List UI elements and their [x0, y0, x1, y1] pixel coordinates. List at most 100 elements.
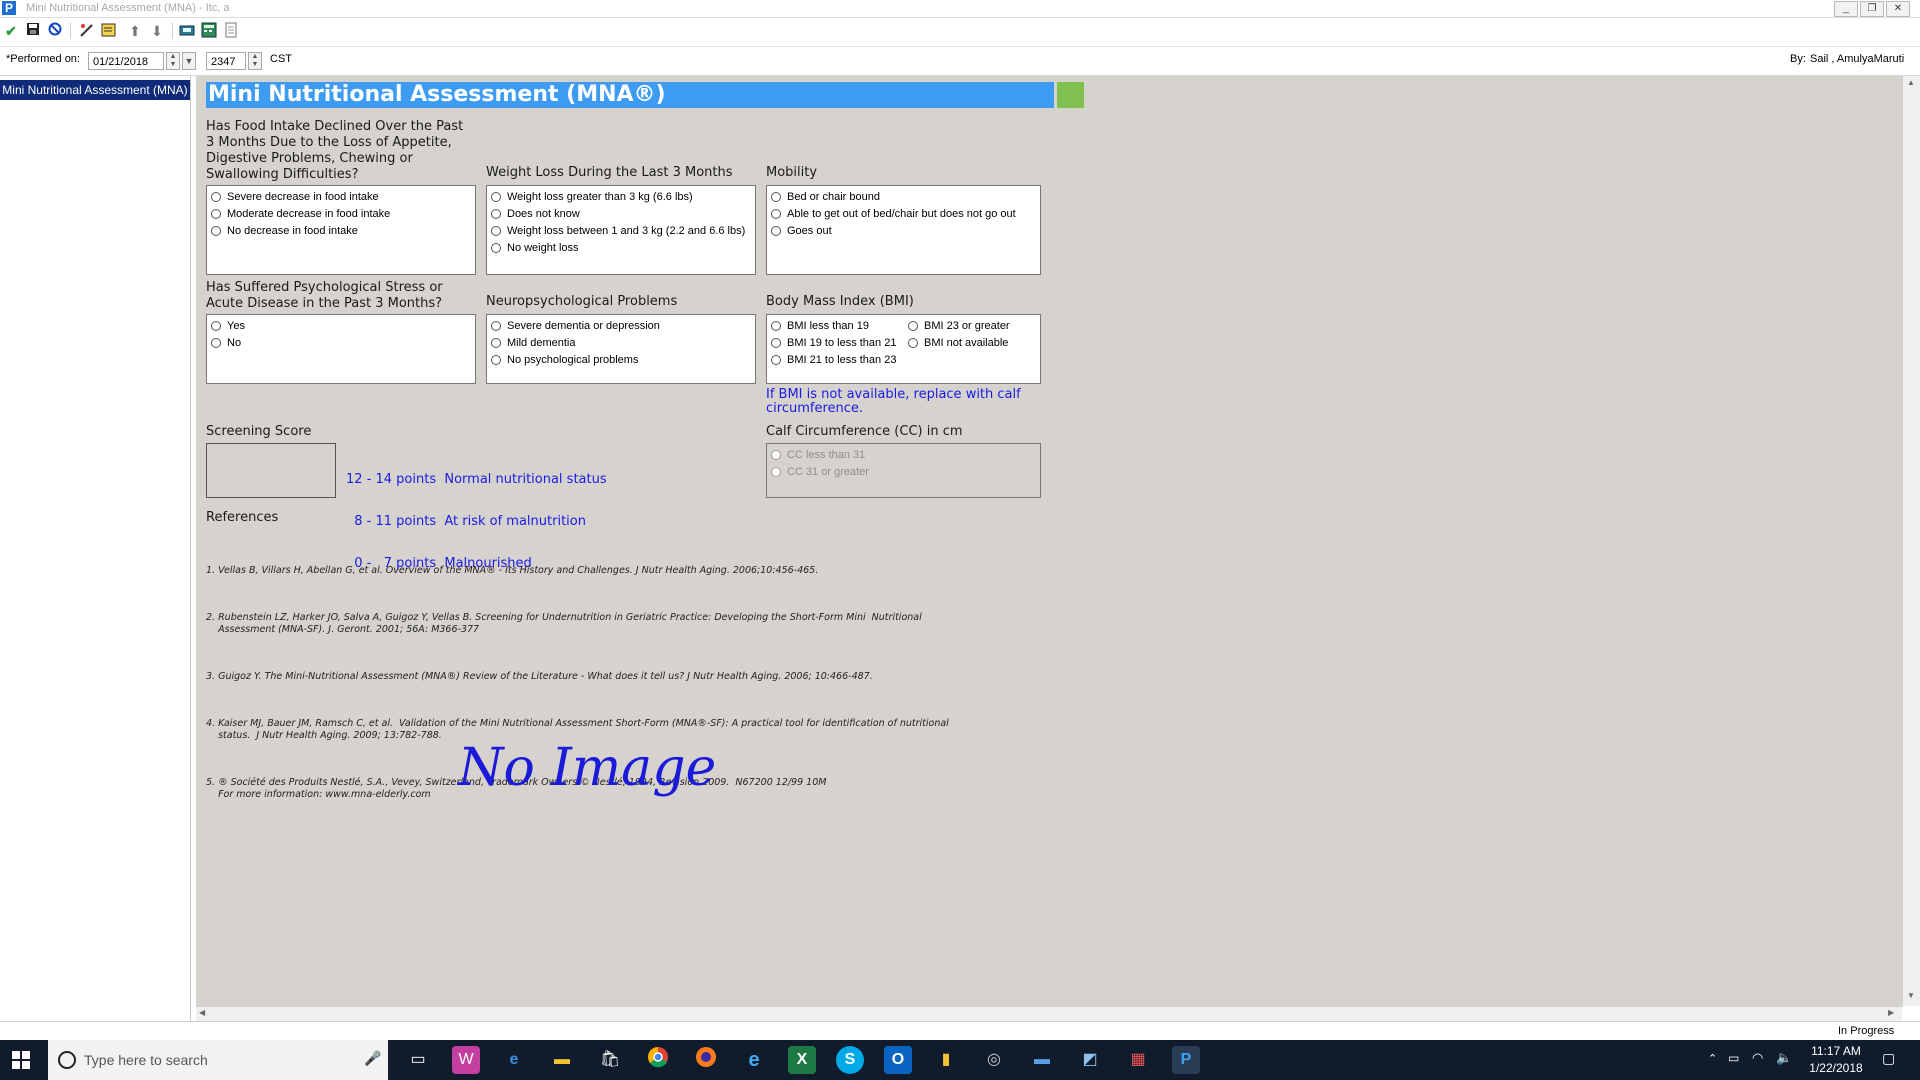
performed-date-field[interactable]: 01/21/2018: [88, 52, 164, 70]
stress-options: Yes No: [206, 314, 476, 384]
scroll-left-icon[interactable]: ◀: [199, 1008, 205, 1017]
scroll-down-icon[interactable]: ▼: [1907, 991, 1915, 1000]
time-spinner[interactable]: ▲ ▼: [248, 52, 262, 70]
store-icon[interactable]: 🛍: [596, 1046, 624, 1074]
radio-button[interactable]: [211, 209, 221, 219]
checkmark-icon[interactable]: ✔: [2, 22, 20, 40]
performed-time-field[interactable]: 2347: [206, 52, 246, 70]
cancel-icon[interactable]: [46, 22, 64, 40]
radio-button[interactable]: [491, 226, 501, 236]
bmi-option[interactable]: BMI 19 to less than 21: [771, 335, 896, 352]
taskbar-search[interactable]: Type here to search 🎤: [48, 1040, 388, 1080]
app-icon-3[interactable]: ▬: [1028, 1046, 1056, 1074]
volume-icon[interactable]: 🔈: [1776, 1050, 1792, 1066]
weight-loss-option[interactable]: No weight loss: [491, 240, 579, 257]
edge-icon[interactable]: e: [500, 1046, 528, 1074]
calculator-icon[interactable]: [200, 22, 218, 40]
wifi-icon[interactable]: ◠: [1752, 1050, 1763, 1066]
skype-icon[interactable]: S: [836, 1046, 864, 1074]
app-icon-4[interactable]: ◩: [1076, 1046, 1104, 1074]
radio-button[interactable]: [211, 192, 221, 202]
restore-button[interactable]: ❐: [1860, 1, 1884, 17]
weight-loss-option[interactable]: Weight loss greater than 3 kg (6.6 lbs): [491, 189, 693, 206]
radio-button[interactable]: [771, 355, 781, 365]
minimize-button[interactable]: _: [1834, 1, 1858, 17]
calf-option[interactable]: CC less than 31: [771, 447, 865, 464]
clock[interactable]: 11:17 AM 1/22/2018: [1806, 1044, 1866, 1075]
down-arrow-icon[interactable]: ⬇: [148, 22, 166, 40]
radio-button[interactable]: [491, 355, 501, 365]
scroll-right-icon[interactable]: ▶: [1888, 1008, 1894, 1017]
show-hidden-icons[interactable]: ⌃: [1708, 1052, 1717, 1065]
powerchart-icon[interactable]: P: [1172, 1046, 1200, 1074]
bmi-option[interactable]: BMI 21 to less than 23: [771, 352, 896, 369]
task-view-icon[interactable]: ▭: [404, 1046, 432, 1074]
notifications-icon[interactable]: ▢: [1882, 1050, 1895, 1067]
horizontal-scrollbar[interactable]: ◀ ▶: [196, 1006, 1902, 1022]
weight-loss-option[interactable]: Weight loss between 1 and 3 kg (2.2 and …: [491, 223, 745, 240]
app-icon-2[interactable]: ◎: [980, 1046, 1008, 1074]
close-button[interactable]: ✕: [1886, 1, 1910, 17]
flowsheet-icon[interactable]: [78, 22, 96, 40]
date-spinner[interactable]: ▲ ▼: [166, 52, 180, 70]
vertical-scrollbar[interactable]: ▲ ▼: [1902, 76, 1920, 1006]
radio-button[interactable]: [771, 467, 781, 477]
radio-button[interactable]: [211, 321, 221, 331]
save-icon[interactable]: [24, 22, 42, 40]
microphone-icon[interactable]: 🎤: [364, 1050, 381, 1067]
stress-option[interactable]: Yes: [211, 318, 245, 335]
up-arrow-icon[interactable]: ⬆: [126, 22, 144, 40]
bmi-option[interactable]: BMI not available: [908, 335, 1008, 352]
app-icon-5[interactable]: ▦: [1124, 1046, 1152, 1074]
document-icon[interactable]: [222, 22, 240, 40]
battery-icon[interactable]: ▭: [1728, 1051, 1739, 1065]
mobility-option[interactable]: Able to get out of bed/chair but does no…: [771, 206, 1016, 223]
app-icon-1[interactable]: W: [452, 1046, 480, 1074]
windows-start-icon[interactable]: [12, 1051, 30, 1072]
notes-icon[interactable]: [100, 22, 118, 40]
neuro-option[interactable]: Severe dementia or depression: [491, 318, 660, 335]
radio-button[interactable]: [771, 226, 781, 236]
mobility-option[interactable]: Bed or chair bound: [771, 189, 880, 206]
radio-button[interactable]: [211, 338, 221, 348]
radio-button[interactable]: [771, 450, 781, 460]
scroll-up-icon[interactable]: ▲: [1907, 78, 1915, 87]
food-intake-option[interactable]: Moderate decrease in food intake: [211, 206, 390, 223]
bmi-option[interactable]: BMI 23 or greater: [908, 318, 1010, 335]
folder-icon[interactable]: ▮: [932, 1046, 960, 1074]
radio-button[interactable]: [491, 321, 501, 331]
calf-option[interactable]: CC 31 or greater: [771, 464, 869, 481]
radio-button[interactable]: [211, 226, 221, 236]
date-dropdown-icon[interactable]: ▼: [182, 52, 196, 70]
radio-button[interactable]: [491, 338, 501, 348]
neuro-question: Neuropsychological Problems: [486, 294, 678, 309]
weight-loss-option[interactable]: Does not know: [491, 206, 580, 223]
food-intake-option[interactable]: No decrease in food intake: [211, 223, 358, 240]
file-explorer-icon[interactable]: ▬: [548, 1046, 576, 1074]
radio-button[interactable]: [908, 338, 918, 348]
radio-button[interactable]: [771, 209, 781, 219]
radio-button[interactable]: [491, 243, 501, 253]
excel-icon[interactable]: X: [788, 1046, 816, 1074]
outlook-icon[interactable]: O: [884, 1046, 912, 1074]
mobility-option[interactable]: Goes out: [771, 223, 832, 240]
print-icon[interactable]: [178, 22, 196, 40]
radio-button[interactable]: [491, 192, 501, 202]
radio-button[interactable]: [908, 321, 918, 331]
option-label: No decrease in food intake: [227, 225, 358, 237]
food-intake-option[interactable]: Severe decrease in food intake: [211, 189, 379, 206]
option-label: CC 31 or greater: [787, 466, 869, 478]
radio-button[interactable]: [771, 192, 781, 202]
radio-button[interactable]: [771, 338, 781, 348]
option-label: No: [227, 337, 242, 349]
radio-button[interactable]: [491, 209, 501, 219]
chrome-icon[interactable]: [644, 1046, 672, 1074]
neuro-option[interactable]: No psychological problems: [491, 352, 638, 369]
internet-explorer-icon[interactable]: e: [740, 1046, 768, 1074]
bmi-option[interactable]: BMI less than 19: [771, 318, 869, 335]
stress-option[interactable]: No: [211, 335, 241, 352]
sidebar-item-mna[interactable]: Mini Nutritional Assessment (MNA): [0, 80, 190, 100]
radio-button[interactable]: [771, 321, 781, 331]
firefox-icon[interactable]: [692, 1046, 720, 1074]
neuro-option[interactable]: Mild dementia: [491, 335, 575, 352]
